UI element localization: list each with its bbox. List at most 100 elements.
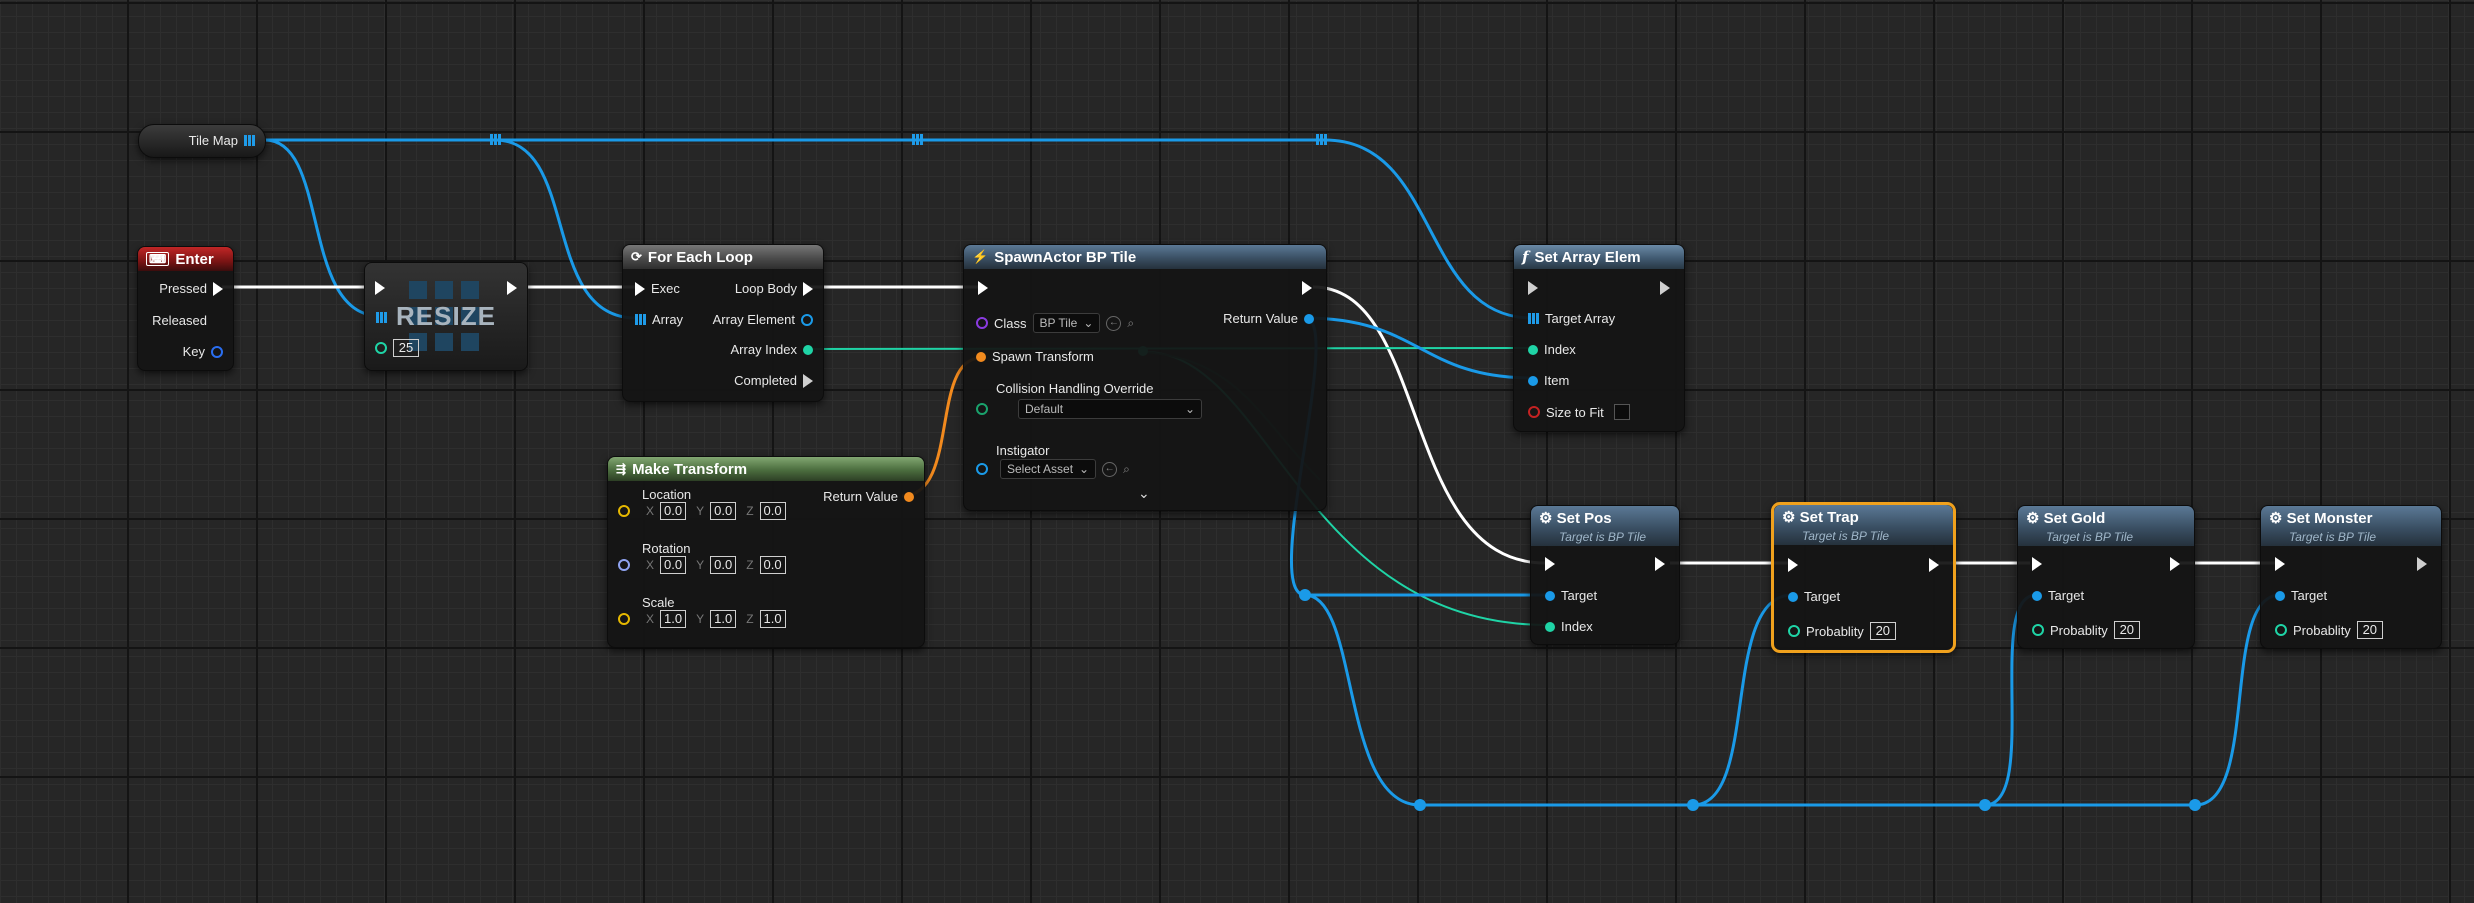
set-monster-target-pin[interactable] (2275, 590, 2285, 601)
size-to-fit-checkbox[interactable] (1613, 404, 1630, 420)
set-trap-title: Set Trap (1799, 509, 1859, 526)
array-index-pin[interactable] (803, 344, 813, 355)
size-to-fit-pin[interactable] (1528, 406, 1540, 418)
key-pin[interactable] (211, 345, 223, 358)
set-array-elem-node[interactable]: f Set Array Elem Target Array Index Item… (1513, 244, 1685, 432)
use-asset-icon[interactable]: ← (1106, 315, 1122, 331)
set-array-title: Set Array Elem (1534, 248, 1641, 266)
function-icon: ⇶ (616, 462, 627, 476)
resize-array-pin[interactable] (376, 312, 387, 323)
location-x-input[interactable]: 0.0 (660, 502, 687, 520)
location-z-input[interactable]: 0.0 (759, 502, 786, 520)
rotation-x-input[interactable]: 0.0 (660, 556, 687, 574)
resize-exec-out-pin[interactable] (507, 281, 517, 295)
rotation-z-input[interactable]: 0.0 (759, 556, 786, 574)
pressed-exec-pin[interactable] (213, 281, 223, 296)
reroute-knot[interactable] (1979, 799, 1991, 811)
set-pos-exec-out-pin[interactable] (1655, 557, 1665, 571)
spawn-transform-label: Spawn Transform (992, 349, 1094, 364)
set-trap-target-pin[interactable] (1788, 591, 1798, 602)
set-gold-exec-in-pin[interactable] (2032, 557, 2042, 571)
function-icon: ⚙ (2026, 510, 2040, 527)
collision-label: Collision Handling Override (996, 381, 1154, 396)
reroute-knot[interactable] (1687, 799, 1699, 811)
set-gold-exec-out-pin[interactable] (2170, 557, 2180, 571)
collision-dropdown[interactable]: Default ⌄ (1018, 399, 1202, 419)
set-pos-index-pin[interactable] (1545, 621, 1555, 632)
array-reroute-icon[interactable] (490, 134, 501, 145)
set-pos-target-pin[interactable] (1545, 590, 1555, 601)
set-array-header: f Set Array Elem (1514, 245, 1684, 269)
array-in-pin[interactable] (635, 314, 646, 325)
set-monster-exec-out-pin[interactable] (2417, 557, 2427, 571)
resize-size-input[interactable]: 25 (393, 339, 419, 357)
array-element-pin[interactable] (801, 313, 813, 326)
spawn-exec-in-pin[interactable] (978, 281, 988, 295)
completed-label: Completed (734, 373, 797, 388)
array-pin-icon[interactable] (244, 135, 255, 146)
loop-body-pin[interactable] (803, 281, 813, 296)
spawn-return-pin[interactable] (1304, 313, 1314, 324)
set-gold-target-pin[interactable] (2032, 590, 2042, 601)
set-trap-prob-input[interactable]: 20 (1869, 622, 1896, 640)
reroute-knot[interactable] (1414, 799, 1426, 811)
class-dropdown[interactable]: BP Tile ⌄ (1032, 313, 1101, 333)
enter-event-node[interactable]: ⌨ Enter Pressed Released Key (137, 246, 234, 371)
set-monster-exec-in-pin[interactable] (2275, 557, 2285, 571)
spawn-exec-out-pin[interactable] (1302, 281, 1312, 295)
set-array-exec-in-pin[interactable] (1528, 281, 1538, 295)
make-transform-node[interactable]: ⇶ Make Transform Return Value Location X… (607, 456, 925, 648)
completed-pin[interactable] (803, 373, 813, 388)
tile-map-variable-node[interactable]: Tile Map (138, 124, 266, 158)
set-gold-prob-pin[interactable] (2032, 624, 2044, 636)
instigator-dropdown[interactable]: Select Asset ⌄ (1000, 459, 1097, 479)
set-trap-subtitle: Target is BP Tile (1802, 529, 1890, 543)
scale-y-input[interactable]: 1.0 (710, 610, 737, 628)
set-trap-prob-pin[interactable] (1788, 625, 1800, 637)
set-pos-node[interactable]: ⚙ Set Pos Target is BP Tile Target Index (1530, 505, 1680, 645)
spawn-actor-node[interactable]: ⚡ SpawnActor BP Tile Class BP Tile ⌄ ← ⌕… (963, 244, 1327, 511)
set-gold-prob-input[interactable]: 20 (2113, 621, 2140, 639)
resize-function-node[interactable]: RESIZE 25 (364, 262, 528, 371)
pressed-label: Pressed (159, 281, 207, 296)
instigator-pin[interactable] (976, 463, 988, 475)
scale-x-input[interactable]: 1.0 (660, 610, 687, 628)
item-pin[interactable] (1528, 375, 1538, 386)
set-monster-prob-input[interactable]: 20 (2356, 621, 2383, 639)
array-reroute-icon[interactable] (1316, 134, 1327, 145)
expand-chevron-icon[interactable]: ⌄ (1138, 485, 1150, 502)
search-icon[interactable]: ⌕ (1127, 316, 1134, 331)
reroute-knot[interactable] (2189, 799, 2201, 811)
target-array-pin[interactable] (1528, 313, 1539, 324)
set-monster-prob-pin[interactable] (2275, 624, 2287, 636)
for-each-loop-node[interactable]: ⟳ For Each Loop Exec Array Loop Body Arr… (622, 244, 824, 402)
class-pin[interactable] (976, 317, 988, 329)
location-y-input[interactable]: 0.0 (710, 502, 737, 520)
set-gold-node[interactable]: ⚙ Set Gold Target is BP Tile Target Prob… (2017, 505, 2195, 649)
use-asset-icon[interactable]: ← (1102, 461, 1118, 477)
scale-pin[interactable] (618, 613, 630, 625)
index-pin[interactable] (1528, 344, 1538, 355)
set-gold-target-label: Target (2048, 588, 2085, 603)
resize-exec-in-pin[interactable] (375, 281, 385, 295)
array-reroute-icon[interactable] (912, 134, 923, 145)
location-pin[interactable] (618, 505, 630, 517)
mt-return-pin[interactable] (904, 491, 914, 502)
released-exec-pin[interactable] (213, 314, 223, 328)
target-array-label: Target Array (1545, 311, 1616, 326)
rotation-pin[interactable] (618, 559, 630, 571)
collision-pin[interactable] (976, 403, 988, 415)
exec-in-pin[interactable] (635, 281, 645, 296)
set-trap-exec-out-pin[interactable] (1929, 558, 1939, 572)
rotation-y-input[interactable]: 0.0 (710, 556, 737, 574)
set-monster-node[interactable]: ⚙ Set Monster Target is BP Tile Target P… (2260, 505, 2442, 649)
set-trap-node[interactable]: ⚙ Set Trap Target is BP Tile Target Prob… (1771, 502, 1956, 653)
spawn-transform-pin[interactable] (976, 351, 986, 362)
set-array-exec-out-pin[interactable] (1660, 281, 1670, 295)
set-pos-exec-in-pin[interactable] (1545, 557, 1555, 571)
reroute-knot[interactable] (1299, 589, 1311, 601)
set-trap-exec-in-pin[interactable] (1788, 558, 1798, 572)
resize-size-pin[interactable] (375, 342, 387, 354)
scale-z-input[interactable]: 1.0 (759, 610, 786, 628)
search-icon[interactable]: ⌕ (1123, 462, 1130, 477)
